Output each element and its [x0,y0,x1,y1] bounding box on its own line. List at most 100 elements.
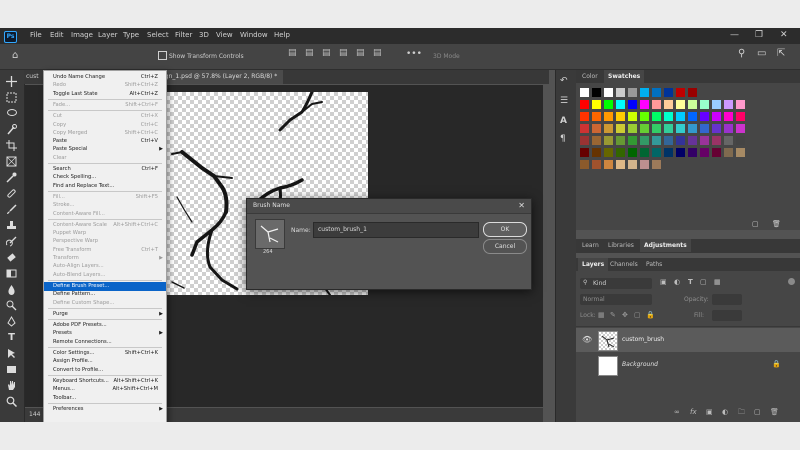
character-icon[interactable]: A [560,116,572,128]
lasso-tool-icon[interactable] [6,108,17,119]
menu-item[interactable]: Remote Connections... [44,338,166,347]
align-middle-icon[interactable]: ▤ [356,48,365,58]
color-swatch[interactable] [712,100,721,109]
dodge-tool-icon[interactable] [6,300,17,311]
tab-color[interactable]: Color [578,70,602,83]
color-swatch[interactable] [676,100,685,109]
filter-shape-icon[interactable]: ▢ [700,278,707,286]
align-top-icon[interactable]: ▤ [339,48,348,58]
filter-toggle-icon[interactable] [788,278,795,285]
link-layers-icon[interactable]: ∞ [674,408,680,416]
color-swatch[interactable] [592,148,601,157]
menu-image[interactable]: Image [71,31,93,39]
zoom-readout[interactable]: 144 [29,411,40,418]
background-tab[interactable]: cust [26,73,39,80]
cancel-button[interactable]: Cancel [483,239,527,254]
history-icon[interactable]: ↶ [560,76,572,88]
color-swatch[interactable] [604,148,613,157]
color-swatch[interactable] [736,148,745,157]
color-swatch[interactable] [724,136,733,145]
add-mask-icon[interactable]: ▣ [706,408,713,416]
new-group-icon[interactable]: 🗀 [738,408,745,419]
tab-learn[interactable]: Learn [578,239,603,252]
color-swatch[interactable] [592,88,601,97]
menu-help[interactable]: Help [274,31,290,39]
color-swatch[interactable] [688,112,697,121]
menu-item[interactable]: Toolbar... [44,394,166,403]
color-swatch[interactable] [604,160,613,169]
color-swatch[interactable] [640,160,649,169]
menu-layer[interactable]: Layer [98,31,118,39]
color-swatch[interactable] [616,136,625,145]
color-swatch[interactable] [604,124,613,133]
search-icon[interactable]: ⚲ [738,48,745,59]
color-swatch[interactable] [736,136,745,145]
color-swatch[interactable] [580,88,589,97]
color-swatch[interactable] [724,112,733,121]
color-swatch[interactable] [688,88,697,97]
menu-3d[interactable]: 3D [199,31,209,39]
color-swatch[interactable] [592,112,601,121]
color-swatch[interactable] [628,88,637,97]
color-swatch[interactable] [616,88,625,97]
color-swatch[interactable] [712,136,721,145]
color-swatch[interactable] [580,148,589,157]
filter-type-icon[interactable]: T [688,278,693,286]
clone-stamp-tool-icon[interactable] [6,220,17,231]
pen-tool-icon[interactable] [6,316,17,327]
color-swatch[interactable] [724,124,733,133]
brush-tool-icon[interactable] [6,204,17,215]
color-swatch[interactable] [652,148,661,157]
path-selection-tool-icon[interactable] [6,348,17,359]
color-swatch[interactable] [736,124,745,133]
color-swatch[interactable] [724,148,733,157]
color-swatch[interactable] [616,124,625,133]
delete-swatch-icon[interactable]: 🗑 [772,220,781,228]
frame-tool-icon[interactable] [6,156,17,167]
color-swatch[interactable] [640,112,649,121]
color-swatch[interactable] [676,112,685,121]
color-swatch[interactable] [712,148,721,157]
color-swatch[interactable] [676,148,685,157]
color-swatch[interactable] [604,112,613,121]
share-icon[interactable]: ⇱ [777,48,785,59]
filter-smart-object-icon[interactable]: ▦ [714,278,721,286]
color-swatch[interactable] [664,136,673,145]
color-swatch[interactable] [688,100,697,109]
filter-pixel-icon[interactable]: ▣ [660,278,667,286]
menu-filter[interactable]: Filter [175,31,192,39]
color-swatch[interactable] [616,160,625,169]
fill-field[interactable] [712,310,742,321]
history-brush-tool-icon[interactable] [6,236,17,247]
color-swatch[interactable] [592,100,601,109]
quick-select-tool-icon[interactable] [6,124,17,135]
color-swatch[interactable] [592,124,601,133]
color-swatch[interactable] [712,124,721,133]
menu-window[interactable]: Window [240,31,268,39]
color-swatch[interactable] [640,88,649,97]
color-swatch[interactable] [616,112,625,121]
new-swatch-icon[interactable]: ▢ [752,220,759,228]
layer-kind-select[interactable]: ⚲ Kind [580,278,652,289]
color-swatch[interactable] [700,148,709,157]
color-swatch[interactable] [664,112,673,121]
color-swatch[interactable] [736,112,745,121]
color-swatch[interactable] [628,112,637,121]
minimize-icon[interactable]: — [730,30,739,40]
color-swatch[interactable] [628,136,637,145]
tab-swatches[interactable]: Swatches [604,70,645,83]
tab-channels[interactable]: Channels [606,258,642,271]
color-swatch[interactable] [688,124,697,133]
adjustment-layer-icon[interactable]: ◐ [722,408,728,416]
color-swatch[interactable] [688,148,697,157]
menu-file[interactable]: File [30,31,42,39]
color-swatch[interactable] [640,136,649,145]
blend-mode-select[interactable]: Normal [580,294,652,305]
lock-all-icon[interactable]: 🔒 [646,311,655,319]
color-swatch[interactable] [676,88,685,97]
document-tab[interactable]: sign_1.psd @ 57.8% (Layer 2, RGB/8) * [154,70,284,84]
brush-name-input[interactable]: custom_brush_1 [313,222,479,238]
tab-adjustments[interactable]: Adjustments [640,239,691,252]
visibility-eye-icon[interactable]: 👁 [582,335,592,344]
blur-tool-icon[interactable] [6,284,17,295]
